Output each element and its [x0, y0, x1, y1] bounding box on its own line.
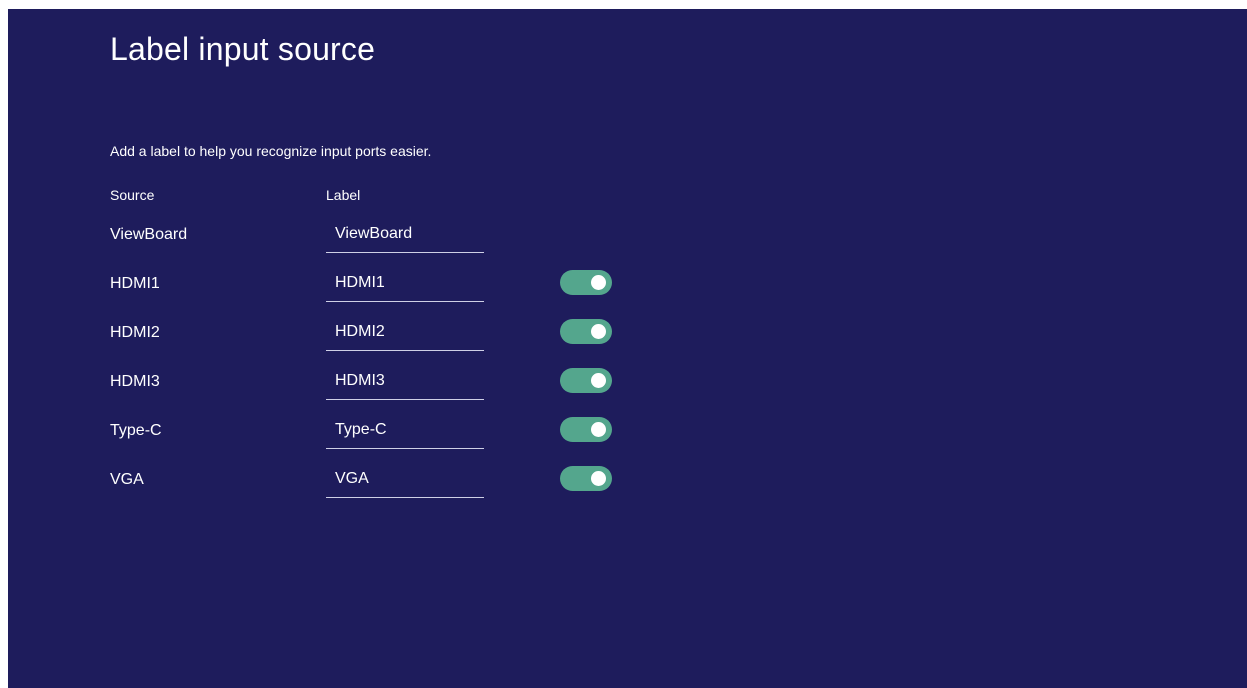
toggle-knob — [591, 324, 606, 339]
enable-toggle[interactable] — [560, 417, 612, 442]
toggle-knob — [591, 422, 606, 437]
label-input-value: HDMI3 — [335, 372, 385, 389]
label-input-value: Type-C — [335, 421, 387, 438]
label-input[interactable]: HDMI1 — [326, 271, 484, 302]
enable-toggle[interactable] — [560, 368, 612, 393]
input-source-row-hdmi2: HDMI2 HDMI2 — [8, 319, 1247, 368]
input-source-row-viewboard: ViewBoard ViewBoard — [8, 222, 1247, 270]
label-input[interactable]: HDMI3 — [326, 369, 484, 400]
enable-toggle[interactable] — [560, 270, 612, 295]
toggle-knob — [591, 373, 606, 388]
enable-toggle[interactable] — [560, 319, 612, 344]
label-input[interactable]: Type-C — [326, 418, 484, 449]
source-name: HDMI2 — [110, 324, 160, 341]
label-input[interactable]: HDMI2 — [326, 320, 484, 351]
page-title: Label input source — [110, 31, 376, 67]
source-column-header: Source — [110, 187, 155, 203]
toggle-knob — [591, 471, 606, 486]
input-source-row-type-c: Type-C Type-C — [8, 417, 1247, 466]
source-name: Type-C — [110, 422, 162, 439]
toggle-knob — [591, 275, 606, 290]
source-name: VGA — [110, 471, 144, 488]
label-input-value: HDMI1 — [335, 274, 385, 291]
label-input[interactable]: ViewBoard — [326, 222, 484, 253]
page-description: Add a label to help you recognize input … — [110, 143, 432, 159]
input-source-row-vga: VGA VGA — [8, 466, 1247, 515]
source-name: HDMI1 — [110, 275, 160, 292]
input-source-row-hdmi1: HDMI1 HDMI1 — [8, 270, 1247, 319]
enable-toggle[interactable] — [560, 466, 612, 491]
label-input-value: ViewBoard — [335, 225, 413, 242]
input-source-row-hdmi3: HDMI3 HDMI3 — [8, 368, 1247, 417]
source-name: ViewBoard — [110, 226, 188, 243]
label-input[interactable]: VGA — [326, 467, 484, 498]
label-column-header: Label — [326, 187, 361, 203]
settings-screen: Label input source Add a label to help y… — [8, 9, 1247, 688]
label-input-value: VGA — [335, 470, 369, 487]
source-name: HDMI3 — [110, 373, 160, 390]
label-input-value: HDMI2 — [335, 323, 385, 340]
